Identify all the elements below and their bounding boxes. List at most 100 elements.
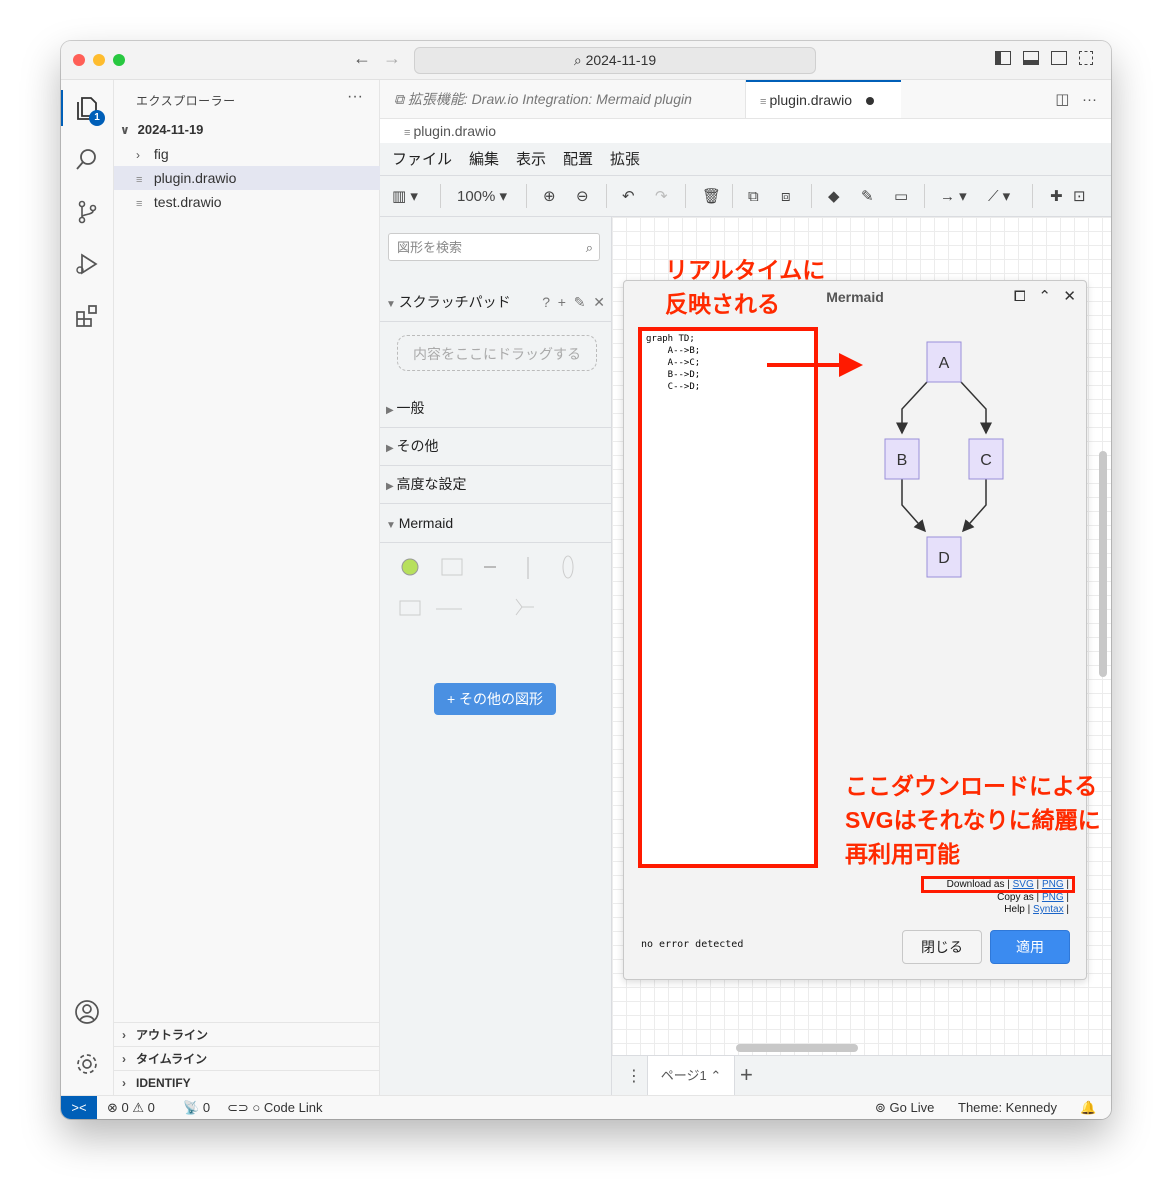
horizontal-scrollbar[interactable] <box>736 1044 858 1052</box>
code-link-label: Code Link <box>263 1100 323 1115</box>
warning-count: 0 <box>147 1100 155 1115</box>
zoom-window-button[interactable] <box>113 54 125 66</box>
identify-section[interactable]: › IDENTIFY <box>114 1070 387 1095</box>
library-advanced[interactable]: ▶ 高度な設定 <box>380 465 617 504</box>
delete-icon[interactable]: 🗑 <box>702 185 721 207</box>
insert-icon[interactable]: ✚ <box>1050 185 1063 207</box>
more-actions-icon[interactable]: ··· <box>347 88 363 106</box>
shadow-icon[interactable]: ▭ <box>894 185 908 207</box>
close-icon[interactable]: ✕ <box>1063 288 1076 305</box>
chevron-up-icon[interactable]: ⌃ <box>710 1068 721 1083</box>
zoom-dropdown[interactable]: 100% ▾ <box>457 185 507 207</box>
scratchpad-dropzone[interactable]: 内容をここにドラッグする <box>397 335 597 371</box>
zoom-in-icon[interactable]: ⊕ <box>543 185 556 207</box>
manage-activity[interactable] <box>61 1042 113 1086</box>
back-arrow-icon[interactable]: ← <box>353 48 371 69</box>
add-page-icon[interactable]: + <box>740 1062 753 1088</box>
zoom-out-icon[interactable]: ⊖ <box>576 185 589 207</box>
unsaved-dot-icon[interactable] <box>865 97 874 106</box>
theme-indicator[interactable]: Theme: Kennedy <box>958 1096 1057 1119</box>
to-back-icon[interactable]: ⧈ <box>781 185 791 207</box>
copy-links: Copy as | PNG | <box>997 892 1069 903</box>
chevron-up-icon[interactable]: ⌃ <box>1038 288 1051 305</box>
more-shapes-button[interactable]: + その他の図形 <box>434 683 556 715</box>
scratchpad-header[interactable]: ▼ スクラッチパッド ? + ✎ ✕ <box>380 283 617 322</box>
tree-item-test-drawio[interactable]: ≡ test.drawio <box>114 190 401 214</box>
code-link-indicator[interactable]: ⊂⊃ ○ Code Link <box>227 1096 322 1119</box>
tree-item-label: fig <box>153 146 169 162</box>
status-dot-icon: ○ <box>252 1100 261 1115</box>
customize-layout-icon[interactable] <box>1079 51 1093 65</box>
title-bar: ← → ⌕ 2024-11-19 <box>61 41 1111 80</box>
menu-view[interactable]: 表示 <box>516 148 546 169</box>
library-mermaid[interactable]: ▼ Mermaid <box>380 504 617 543</box>
mermaid-shape-thumbnails[interactable] <box>392 551 592 641</box>
format-panel-toggle-icon[interactable]: ▥ ▾ <box>392 185 418 207</box>
fill-color-icon[interactable]: ◆ <box>828 185 840 207</box>
tab-label: plugin.drawio <box>769 92 852 108</box>
search-activity[interactable] <box>61 138 113 182</box>
menu-edit[interactable]: 編集 <box>469 148 499 169</box>
toggle-secondary-sidebar-icon[interactable] <box>1051 51 1067 65</box>
search-icon[interactable]: ⌕ <box>586 234 593 262</box>
extensions-icon <box>76 305 97 327</box>
pages-menu-icon[interactable]: ⋮ <box>626 1066 642 1086</box>
add-icon[interactable]: + <box>558 294 566 310</box>
apply-button[interactable]: 適用 <box>990 930 1070 964</box>
library-general[interactable]: ▶ 一般 <box>380 389 617 428</box>
syntax-link[interactable]: Syntax <box>1033 904 1064 915</box>
vertical-scrollbar[interactable] <box>1099 451 1107 677</box>
page-tab[interactable]: ページ1 ⌃ <box>647 1056 735 1096</box>
editor-actions: ◫ ··· <box>1055 90 1097 108</box>
workspace-folder[interactable]: ∨ 2024-11-19 <box>114 118 385 142</box>
explorer-activity[interactable]: 1 <box>61 86 113 130</box>
undo-icon[interactable]: ↶ <box>622 185 635 207</box>
to-front-icon[interactable]: ⧉ <box>748 185 759 207</box>
split-editor-icon[interactable]: ◫ <box>1055 91 1069 108</box>
bell-icon[interactable]: 🔔 <box>1080 1096 1096 1119</box>
help-label: Help | <box>1004 904 1031 915</box>
line-color-icon[interactable]: ✎ <box>861 185 874 207</box>
ports-indicator[interactable]: 📡 0 <box>183 1096 210 1119</box>
command-center-search[interactable]: ⌕ 2024-11-19 <box>414 47 816 74</box>
ports-count: 0 <box>202 1100 211 1115</box>
tree-item-plugin-drawio[interactable]: ≡ plugin.drawio <box>114 166 401 190</box>
triangle-right-icon: ▶ <box>386 481 397 492</box>
waypoints-icon[interactable]: ⟋ ▾ <box>988 185 1010 207</box>
outline-section[interactable]: › アウトライン <box>114 1022 387 1047</box>
go-live-button[interactable]: ⊚ Go Live <box>875 1096 934 1119</box>
more-actions-icon[interactable]: ··· <box>1082 91 1097 108</box>
help-icon[interactable]: ? <box>542 294 550 310</box>
tab-plugin-drawio[interactable]: ≡ plugin.drawio <box>746 80 901 118</box>
close-button[interactable]: 閉じる <box>902 930 982 964</box>
toggle-panel-icon[interactable] <box>1023 51 1039 65</box>
remote-indicator-icon[interactable]: >< <box>61 1096 97 1119</box>
chevron-right-icon: › <box>122 1028 126 1042</box>
forward-arrow-icon[interactable]: → <box>383 48 401 69</box>
minimize-window-button[interactable] <box>93 54 105 66</box>
timeline-section[interactable]: › タイムライン <box>114 1046 387 1071</box>
source-control-activity[interactable] <box>61 190 113 234</box>
redo-icon[interactable]: ↷ <box>655 185 668 207</box>
menu-file[interactable]: ファイル <box>392 148 452 169</box>
accounts-activity[interactable] <box>61 990 113 1034</box>
menu-arrange[interactable]: 配置 <box>563 148 593 169</box>
edit-icon[interactable]: ✎ <box>574 294 586 310</box>
shape-search-input[interactable]: 図形を検索 ⌕ <box>388 233 600 261</box>
extensions-activity[interactable] <box>61 294 113 338</box>
library-misc[interactable]: ▶ その他 <box>380 427 617 466</box>
maximize-icon[interactable]: ⧠ <box>1014 288 1026 305</box>
menu-extras[interactable]: 拡張 <box>610 148 640 169</box>
breadcrumb-item[interactable]: plugin.drawio <box>413 123 496 139</box>
connection-icon[interactable]: → ▾ <box>940 185 967 207</box>
close-icon[interactable]: ✕ <box>593 294 605 310</box>
copy-png-link[interactable]: PNG <box>1042 892 1064 903</box>
fullscreen-icon[interactable]: ⊡ <box>1073 185 1086 207</box>
tab-extension-page[interactable]: ⧉ 拡張機能: Draw.io Integration: Mermaid plu… <box>380 80 746 118</box>
run-debug-activity[interactable] <box>61 242 113 286</box>
problems-indicator[interactable]: ⊗ 0 ⚠ 0 <box>107 1096 155 1119</box>
close-window-button[interactable] <box>73 54 85 66</box>
edge-a-c <box>960 381 992 435</box>
toggle-primary-sidebar-icon[interactable] <box>995 51 1011 65</box>
tree-item-fig[interactable]: › fig <box>114 142 401 166</box>
